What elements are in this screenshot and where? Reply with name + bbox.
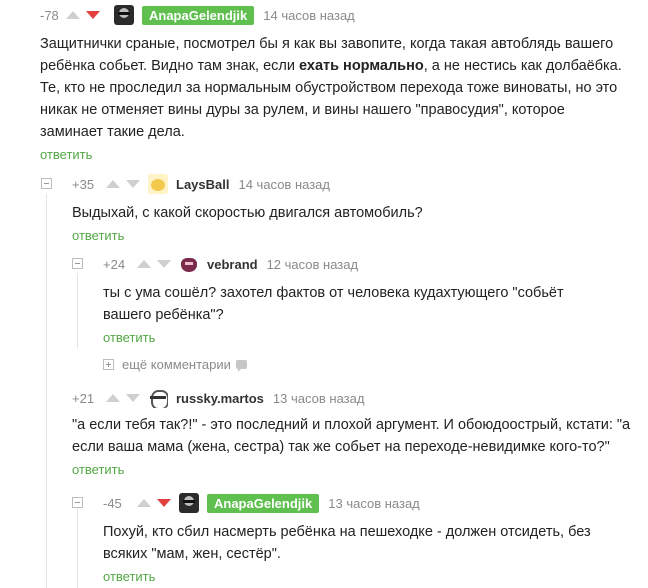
author-link[interactable]: russky.martos [176,391,264,406]
reply-link[interactable]: ответить [72,228,632,243]
upvote-icon[interactable] [137,260,151,268]
comment-body: "а если тебя так?!" - это последний и пл… [72,417,631,455]
author-link[interactable]: vebrand [207,257,258,272]
thread-line [77,273,78,348]
comment-time[interactable]: 12 часов назад [267,257,359,272]
comment: +21 russky.martos 13 часов назад "а если… [72,386,632,477]
comment-header: -78 AnapaGelendjik 14 часов назад [40,3,630,27]
collapse-toggle-icon[interactable] [41,178,52,189]
downvote-icon[interactable] [126,180,140,188]
comment-time[interactable]: 14 часов назад [238,177,330,192]
comment-header: +24 vebrand 12 часов назад [103,252,623,276]
comment-header: +35 LaysBall 14 часов назад [72,172,632,196]
comment-body: Похуй, кто сбил насмерть ребёнка на пеше… [103,524,591,562]
avatar[interactable] [179,254,199,274]
reply-link[interactable]: ответить [72,462,632,477]
more-comments-button[interactable]: ещё комментарии [103,357,247,372]
avatar[interactable] [179,493,199,513]
thread-line [46,194,47,588]
comment-time[interactable]: 14 часов назад [263,8,355,23]
author-link[interactable]: LaysBall [176,177,229,192]
comment-time[interactable]: 13 часов назад [273,391,365,406]
comment-body: Защитнички сраные, посмотрел бы я как вы… [40,33,625,143]
comment-body: Выдыхай, с какой скоростью двигался авто… [72,205,423,221]
more-comments-label: ещё комментарии [122,357,231,372]
avatar[interactable] [114,5,134,25]
author-link[interactable]: AnapaGelendjik [142,5,255,25]
comment: -45 AnapaGelendjik 13 часов назад Похуй,… [103,491,643,584]
comment-rating: +24 [103,256,126,272]
comment: +35 LaysBall 14 часов назад Выдыхай, с к… [72,172,632,243]
downvote-icon[interactable] [126,394,140,402]
reply-link[interactable]: ответить [103,330,623,345]
comment-text-bold: ехать нормально [299,58,424,74]
author-link[interactable]: AnapaGelendjik [207,493,320,513]
expand-plus-icon [103,359,114,370]
comment-body: ты с ума сошёл? захотел фактов от челове… [103,285,564,323]
avatar[interactable] [148,388,168,408]
collapse-toggle-icon[interactable] [72,497,83,508]
reply-link[interactable]: ответить [103,569,643,584]
upvote-icon[interactable] [106,180,120,188]
comment-header: +21 russky.martos 13 часов назад [72,386,632,410]
upvote-icon[interactable] [106,394,120,402]
comment-rating: +21 [72,390,95,406]
comment-header: -45 AnapaGelendjik 13 часов назад [103,491,643,515]
comment-time[interactable]: 13 часов назад [328,496,420,511]
reply-link[interactable]: ответить [40,147,630,162]
downvote-icon[interactable] [157,260,171,268]
comment: +24 vebrand 12 часов назад ты с ума сошё… [103,252,623,345]
comment-rating: -45 [103,495,122,511]
avatar[interactable] [148,174,168,194]
upvote-icon[interactable] [137,499,151,507]
comment: -78 AnapaGelendjik 14 часов назад Защитн… [40,3,630,162]
upvote-icon[interactable] [66,11,80,19]
thread-line [77,508,78,588]
downvote-icon[interactable] [86,11,100,19]
comment-rating: -78 [40,7,59,23]
comment-rating: +35 [72,176,95,192]
collapse-toggle-icon[interactable] [72,258,83,269]
downvote-icon[interactable] [157,499,171,507]
comment-bubble-icon [235,360,247,372]
